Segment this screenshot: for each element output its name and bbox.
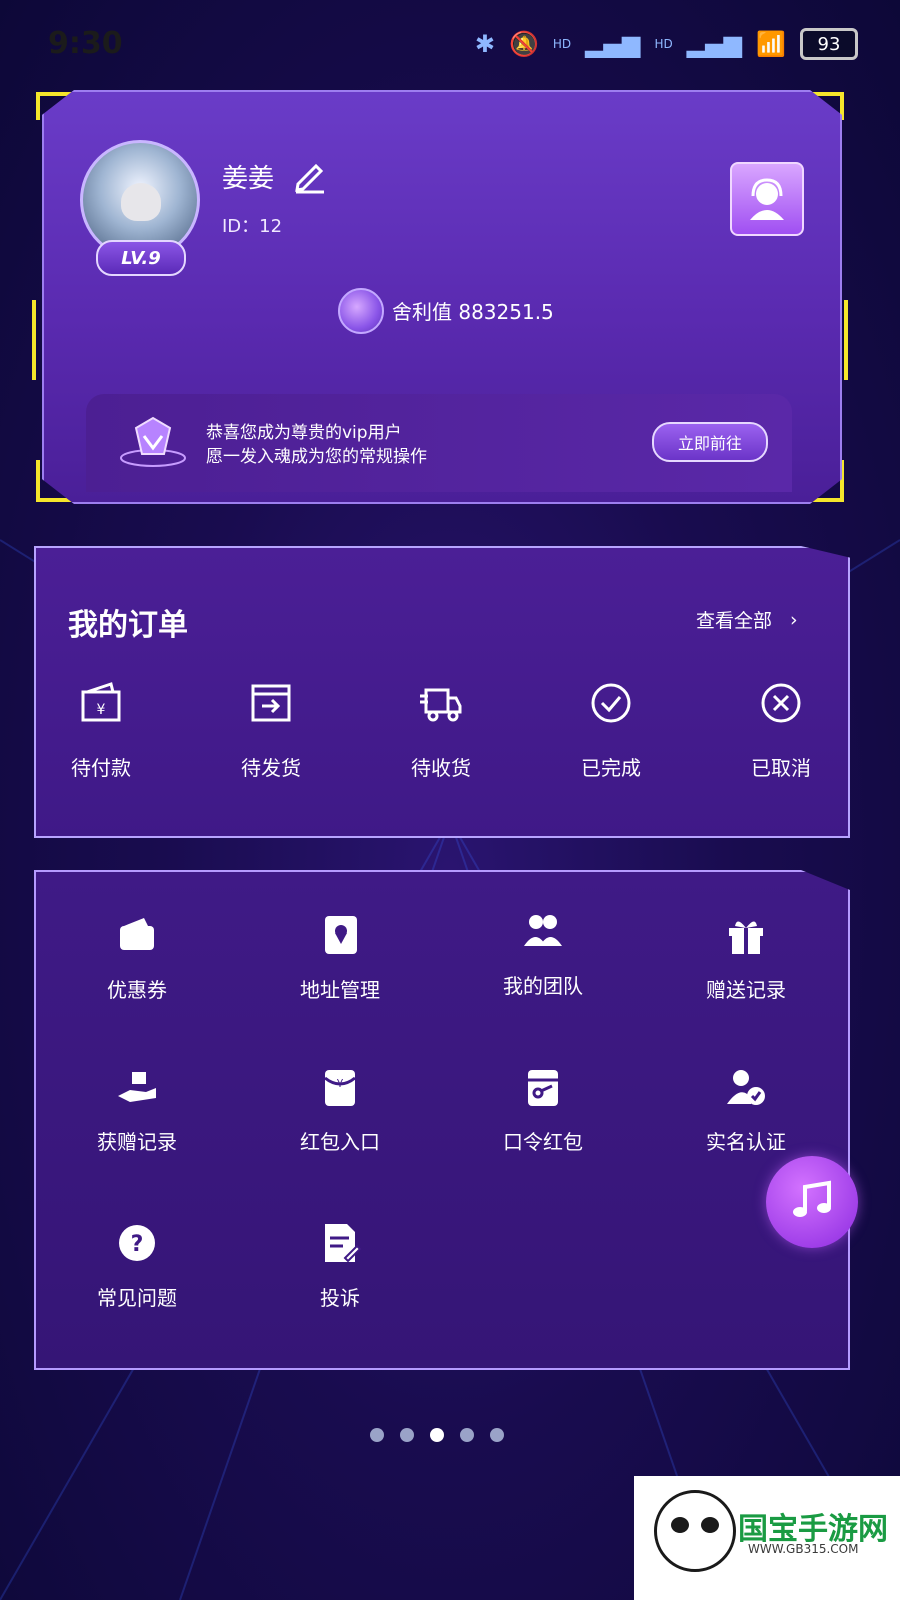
user-id: ID：12 xyxy=(222,216,283,237)
points-coin-icon xyxy=(338,288,384,334)
tool-complaint[interactable]: 投诉 xyxy=(270,1222,410,1311)
level-badge: LV.9 xyxy=(96,240,186,276)
tool-received-gifts[interactable]: 获赠记录 xyxy=(67,1066,207,1155)
orders-view-all-link[interactable]: 查看全部 › xyxy=(696,606,798,633)
hand-gift-icon xyxy=(118,1072,156,1102)
page-dot-active[interactable] xyxy=(430,1428,444,1442)
tool-real-name[interactable]: 实名认证 xyxy=(676,1066,816,1155)
wifi-icon: 📶 xyxy=(756,30,786,58)
tool-label: 我的团队 xyxy=(503,974,583,998)
network-label-1: HD xyxy=(552,37,572,51)
signal-icon-2: ▂▄▆ xyxy=(686,30,743,58)
order-label: 已取消 xyxy=(751,756,811,780)
vip-go-button[interactable]: 立即前往 xyxy=(652,422,768,462)
order-pending-receipt[interactable]: 待收货 xyxy=(386,680,496,781)
vip-message-line2: 愿一发入魂成为您的常规操作 xyxy=(206,447,427,467)
tool-label: 实名认证 xyxy=(706,1130,786,1154)
battery-icon: 93 xyxy=(800,28,858,60)
music-note-icon xyxy=(793,1180,831,1217)
svg-text:¥: ¥ xyxy=(337,1077,344,1090)
panda-logo-icon xyxy=(654,1490,736,1572)
tool-label: 红包入口 xyxy=(300,1130,380,1154)
check-circle-icon xyxy=(591,683,631,723)
wallet-yen-icon: ¥ xyxy=(81,682,121,722)
question-icon: ? xyxy=(119,1225,155,1261)
tool-label: 投诉 xyxy=(320,1286,360,1310)
coupon-icon xyxy=(120,918,154,950)
username: 姜姜 xyxy=(222,164,275,194)
tool-red-envelope[interactable]: ¥ 红包入口 xyxy=(270,1066,410,1155)
box-out-icon xyxy=(251,684,291,722)
page-dot[interactable] xyxy=(400,1428,414,1442)
mute-bell-icon: 🔕 xyxy=(508,30,539,58)
tool-label: 常见问题 xyxy=(97,1286,177,1310)
tool-address[interactable]: 地址管理 xyxy=(270,914,410,1003)
x-circle-icon xyxy=(761,683,801,723)
order-label: 待收货 xyxy=(411,756,471,780)
team-icon xyxy=(524,915,562,946)
address-book-icon xyxy=(325,916,357,954)
order-cancelled[interactable]: 已取消 xyxy=(726,680,836,781)
tool-label: 口令红包 xyxy=(503,1130,583,1154)
orders-view-all-label: 查看全部 xyxy=(696,610,773,632)
network-label-2: HD xyxy=(654,37,673,51)
order-pending-shipment[interactable]: 待发货 xyxy=(216,680,326,781)
orders-title: 我的订单 xyxy=(68,608,188,643)
order-pending-payment[interactable]: ¥ 待付款 xyxy=(46,680,156,781)
vip-gem-icon xyxy=(120,416,186,467)
customer-service-icon[interactable] xyxy=(730,162,804,236)
complaint-icon xyxy=(325,1224,362,1263)
truck-icon xyxy=(420,688,462,722)
points-value: 舍利值 883251.5 xyxy=(392,300,554,324)
page-dot[interactable] xyxy=(370,1428,384,1442)
red-envelope-icon: ¥ xyxy=(324,1070,356,1106)
watermark-url: WWW.GB315.COM xyxy=(748,1542,859,1556)
order-label: 已完成 xyxy=(581,756,641,780)
verify-user-icon xyxy=(727,1070,765,1105)
svg-text:?: ? xyxy=(131,1232,144,1257)
tool-label: 地址管理 xyxy=(300,978,380,1002)
edit-icon[interactable] xyxy=(292,158,328,194)
tool-label: 赠送记录 xyxy=(706,978,786,1002)
status-time: 9:30 xyxy=(48,26,123,61)
order-label: 待发货 xyxy=(241,756,301,780)
music-button[interactable] xyxy=(766,1156,858,1248)
bluetooth-icon: ✱ xyxy=(474,30,495,58)
tool-gift-records[interactable]: 赠送记录 xyxy=(676,914,816,1003)
page-indicator xyxy=(370,1428,504,1442)
tool-team[interactable]: 我的团队 xyxy=(473,910,613,999)
svg-text:¥: ¥ xyxy=(97,702,106,718)
order-completed[interactable]: 已完成 xyxy=(556,680,666,781)
gift-icon xyxy=(729,921,763,954)
page-dot[interactable] xyxy=(490,1428,504,1442)
tool-label: 获赠记录 xyxy=(97,1130,177,1154)
order-label: 待付款 xyxy=(71,756,131,780)
tool-faq[interactable]: ? 常见问题 xyxy=(67,1222,207,1311)
signal-icon-1: ▂▄▆ xyxy=(585,30,641,58)
tool-password-envelope[interactable]: 口令红包 xyxy=(473,1066,613,1155)
vip-message-line1: 恭喜您成为尊贵的vip用户 xyxy=(206,423,402,443)
status-icons: ✱ 🔕 HD ▂▄▆ HD ▂▄▆ 📶 93 xyxy=(475,28,858,60)
tool-coupon[interactable]: 优惠券 xyxy=(67,914,207,1003)
chevron-right-icon: › xyxy=(790,608,798,631)
tool-label: 优惠券 xyxy=(107,978,167,1002)
page-dot[interactable] xyxy=(460,1428,474,1442)
key-envelope-icon xyxy=(528,1070,558,1106)
status-bar: 9:30 ✱ 🔕 HD ▂▄▆ HD ▂▄▆ 📶 93 xyxy=(0,0,900,88)
